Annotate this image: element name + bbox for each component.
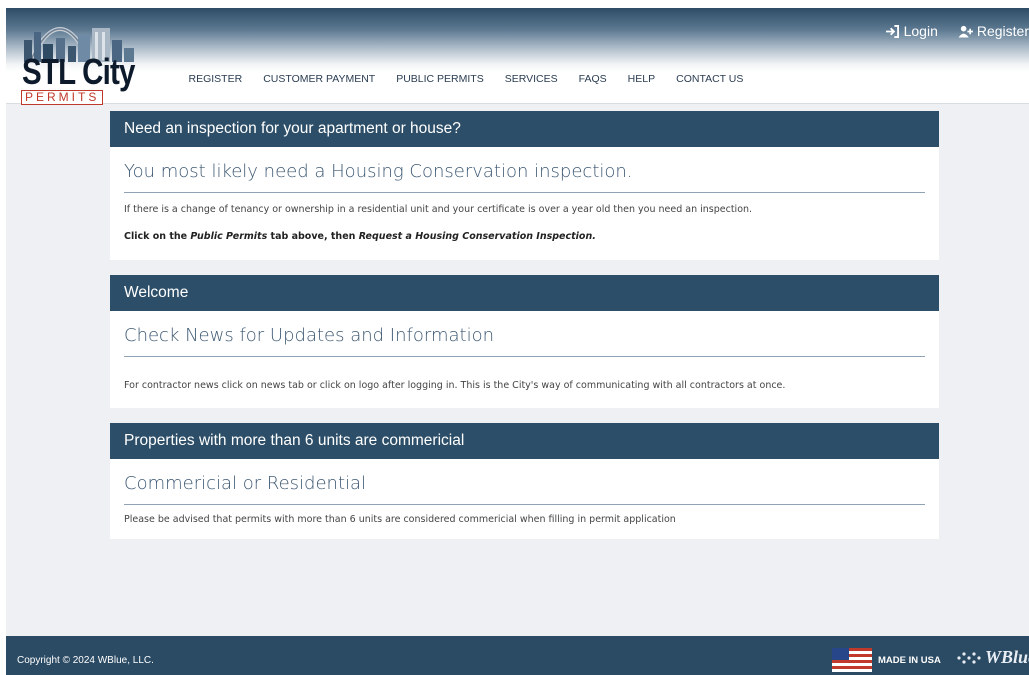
- stl-city-permits-logo[interactable]: STL City PERMITS: [16, 10, 140, 105]
- made-in-usa-badge: MADE IN USA: [832, 648, 941, 672]
- panel-title: Need an inspection for your apartment or…: [110, 111, 939, 147]
- instruction-action: Request a Housing Conservation Inspectio…: [358, 231, 596, 242]
- panel-subtitle: Commericial or Residential: [124, 459, 925, 505]
- panel-text: Please be advised that permits with more…: [124, 514, 676, 525]
- commercial-panel: Properties with more than 6 units are co…: [110, 423, 939, 539]
- panel-text: If there is a change of tenancy or owner…: [124, 204, 753, 215]
- panel-title: Properties with more than 6 units are co…: [110, 423, 939, 459]
- panel-title: Welcome: [110, 275, 939, 311]
- welcome-panel: Welcome Check News for Updates and Infor…: [110, 275, 939, 408]
- window-frame-top: [0, 0, 1029, 8]
- nav-register[interactable]: REGISTER: [178, 73, 253, 85]
- us-flag-icon: [832, 648, 872, 672]
- instruction-prefix: Click on the: [124, 231, 191, 242]
- instruction-middle: tab above, then: [267, 231, 359, 242]
- made-in-usa-label: MADE IN USA: [878, 654, 941, 666]
- wblue-brand-label: WBlue: [985, 647, 1029, 667]
- logo-permits-text: PERMITS: [21, 90, 104, 105]
- instruction-tab-name: Public Permits: [190, 231, 268, 242]
- copyright-text: Copyright © 2024 WBlue, LLC.: [17, 655, 154, 666]
- register-label: Register: [976, 23, 1029, 39]
- nav-public-permits[interactable]: PUBLIC PERMITS: [386, 73, 495, 85]
- site-footer: Copyright © 2024 WBlue, LLC. MADE IN USA…: [6, 636, 1029, 675]
- nav-faqs[interactable]: FAQS: [568, 73, 617, 85]
- nav-services[interactable]: SERVICES: [494, 73, 568, 85]
- site-header: STL City PERMITS REGISTER CUSTOMER PAYME…: [6, 8, 1029, 105]
- account-links: Login Register: [885, 23, 1029, 39]
- main-nav: REGISTER CUSTOMER PAYMENT PUBLIC PERMITS…: [178, 73, 754, 85]
- inspection-instruction: Click on the Public Permits tab above, t…: [124, 216, 925, 243]
- inspection-panel: Need an inspection for your apartment or…: [110, 111, 939, 260]
- register-user-icon: [958, 25, 973, 38]
- panel-subtitle: You most likely need a Housing Conservat…: [124, 147, 925, 193]
- logo-text: STL City: [22, 51, 135, 92]
- nav-customer-payment[interactable]: CUSTOMER PAYMENT: [253, 73, 386, 85]
- panel-text: For contractor news click on news tab or…: [124, 380, 786, 391]
- login-label: Login: [903, 23, 938, 39]
- wblue-logo-icon: [957, 651, 981, 664]
- nav-contact-us[interactable]: CONTACT US: [666, 73, 754, 85]
- login-link[interactable]: Login: [885, 23, 938, 39]
- wblue-brand[interactable]: WBlue: [956, 647, 1029, 668]
- nav-help[interactable]: HELP: [617, 73, 665, 85]
- panel-subtitle: Check News for Updates and Information: [124, 311, 925, 357]
- login-icon: [885, 24, 899, 38]
- register-link[interactable]: Register: [958, 23, 1029, 39]
